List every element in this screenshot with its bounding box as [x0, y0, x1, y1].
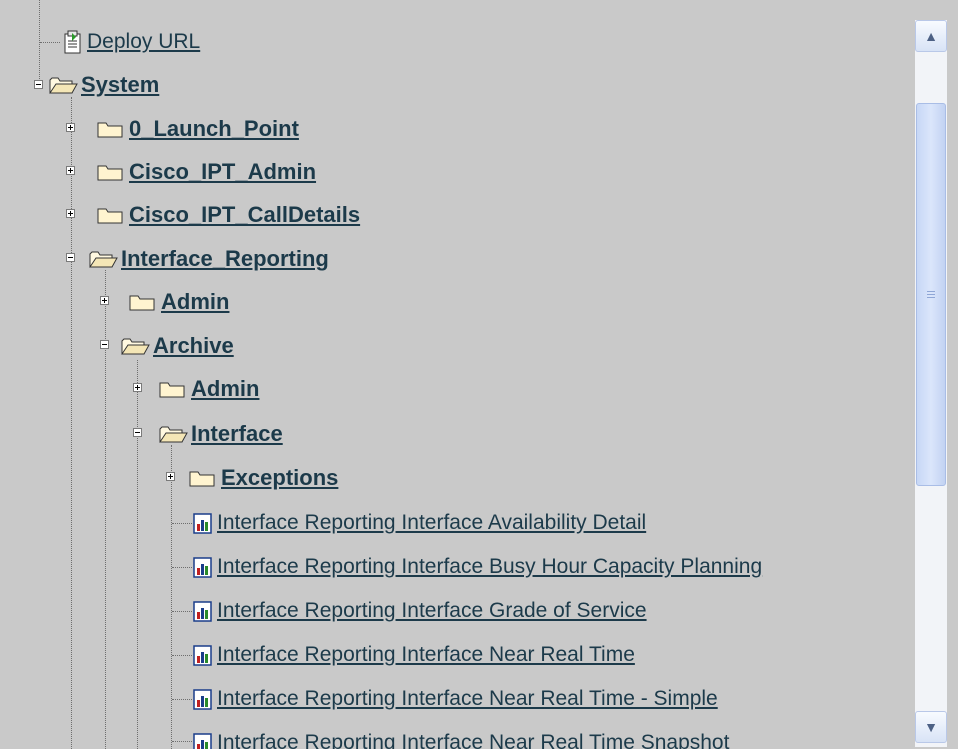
chevron-up-icon: ▲	[924, 28, 938, 44]
tree-connector	[40, 42, 60, 43]
report-item[interactable]: Interface Reporting Interface Availabili…	[192, 505, 646, 541]
tree-panel: Deploy URL System 0_Launch_Point Cisco_I…	[0, 0, 958, 749]
tree-connector	[137, 360, 138, 749]
system-folder-link[interactable]: System	[81, 72, 159, 98]
folder-open-icon	[120, 336, 150, 356]
tree-item-exceptions[interactable]: Exceptions	[188, 460, 338, 496]
expand-toggle-icon[interactable]	[166, 472, 175, 481]
tree-item-archive[interactable]: Archive	[120, 328, 234, 364]
folder-tree: Deploy URL System 0_Launch_Point Cisco_I…	[0, 0, 915, 749]
cisco-ipt-calldetails-link[interactable]: Cisco_IPT_CallDetails	[129, 202, 360, 228]
deploy-document-icon	[62, 30, 84, 54]
expand-toggle-icon[interactable]	[66, 123, 75, 132]
report-item[interactable]: Interface Reporting Interface Near Real …	[192, 681, 718, 717]
report-link[interactable]: Interface Reporting Interface Grade of S…	[217, 599, 647, 623]
tree-connector	[172, 699, 192, 700]
interface-reporting-link[interactable]: Interface_Reporting	[121, 246, 329, 272]
collapse-toggle-icon[interactable]	[34, 80, 43, 89]
folder-icon	[128, 292, 158, 312]
tree-connector	[171, 445, 172, 749]
tree-item-system[interactable]: System	[48, 67, 159, 103]
tree-connector	[172, 611, 192, 612]
tree-item-cisco-ipt-admin[interactable]: Cisco_IPT_Admin	[96, 154, 316, 190]
scroll-down-button[interactable]: ▼	[915, 711, 947, 743]
tree-item-archive-admin[interactable]: Admin	[158, 371, 259, 407]
launch-point-link[interactable]: 0_Launch_Point	[129, 116, 299, 142]
tree-item-cisco-ipt-calldetails[interactable]: Cisco_IPT_CallDetails	[96, 197, 360, 233]
folder-icon	[96, 205, 126, 225]
admin-folder-link[interactable]: Admin	[161, 289, 229, 315]
folder-icon	[158, 379, 188, 399]
report-link[interactable]: Interface Reporting Interface Near Real …	[217, 643, 635, 667]
folder-icon	[96, 162, 126, 182]
expand-toggle-icon[interactable]	[133, 383, 142, 392]
tree-connector	[172, 567, 192, 568]
report-link[interactable]: Interface Reporting Interface Busy Hour …	[217, 555, 762, 579]
tree-connector	[71, 97, 72, 749]
report-item[interactable]: Interface Reporting Interface Grade of S…	[192, 593, 647, 629]
archive-admin-link[interactable]: Admin	[191, 376, 259, 402]
interface-folder-link[interactable]: Interface	[191, 421, 283, 447]
folder-icon	[188, 468, 218, 488]
collapse-toggle-icon[interactable]	[133, 428, 142, 437]
folder-icon	[96, 119, 126, 139]
expand-toggle-icon[interactable]	[66, 209, 75, 218]
folder-open-icon	[48, 75, 78, 95]
report-item[interactable]: Interface Reporting Interface Near Real …	[192, 725, 729, 749]
tree-item-launch-point[interactable]: 0_Launch_Point	[96, 111, 299, 147]
report-link[interactable]: Interface Reporting Interface Near Real …	[217, 731, 729, 749]
folder-open-icon	[158, 424, 188, 444]
scrollbar-thumb[interactable]	[916, 103, 946, 486]
folder-open-icon	[88, 249, 118, 269]
scroll-up-button[interactable]: ▲	[915, 20, 947, 52]
report-chart-icon	[192, 555, 214, 579]
tree-connector	[172, 523, 192, 524]
report-chart-icon	[192, 687, 214, 711]
cisco-ipt-admin-link[interactable]: Cisco_IPT_Admin	[129, 159, 316, 185]
grip-icon	[927, 291, 935, 298]
report-chart-icon	[192, 731, 214, 749]
expand-toggle-icon[interactable]	[66, 166, 75, 175]
report-item[interactable]: Interface Reporting Interface Busy Hour …	[192, 549, 762, 585]
tree-item-interface[interactable]: Interface	[158, 416, 283, 452]
tree-item-admin[interactable]: Admin	[128, 284, 229, 320]
collapse-toggle-icon[interactable]	[66, 253, 75, 262]
report-chart-icon	[192, 511, 214, 535]
tree-item-interface-reporting[interactable]: Interface_Reporting	[88, 241, 329, 277]
tree-connector	[172, 655, 192, 656]
report-link[interactable]: Interface Reporting Interface Near Real …	[217, 687, 718, 711]
expand-toggle-icon[interactable]	[100, 296, 109, 305]
report-item[interactable]: Interface Reporting Interface Near Real …	[192, 637, 635, 673]
exceptions-folder-link[interactable]: Exceptions	[221, 465, 338, 491]
tree-item-deploy-url[interactable]: Deploy URL	[62, 24, 200, 60]
report-chart-icon	[192, 599, 214, 623]
chevron-down-icon: ▼	[924, 719, 938, 735]
deploy-url-link[interactable]: Deploy URL	[87, 30, 200, 54]
archive-folder-link[interactable]: Archive	[153, 333, 234, 359]
report-link[interactable]: Interface Reporting Interface Availabili…	[217, 511, 646, 535]
collapse-toggle-icon[interactable]	[100, 340, 109, 349]
report-chart-icon	[192, 643, 214, 667]
tree-connector	[172, 741, 192, 742]
